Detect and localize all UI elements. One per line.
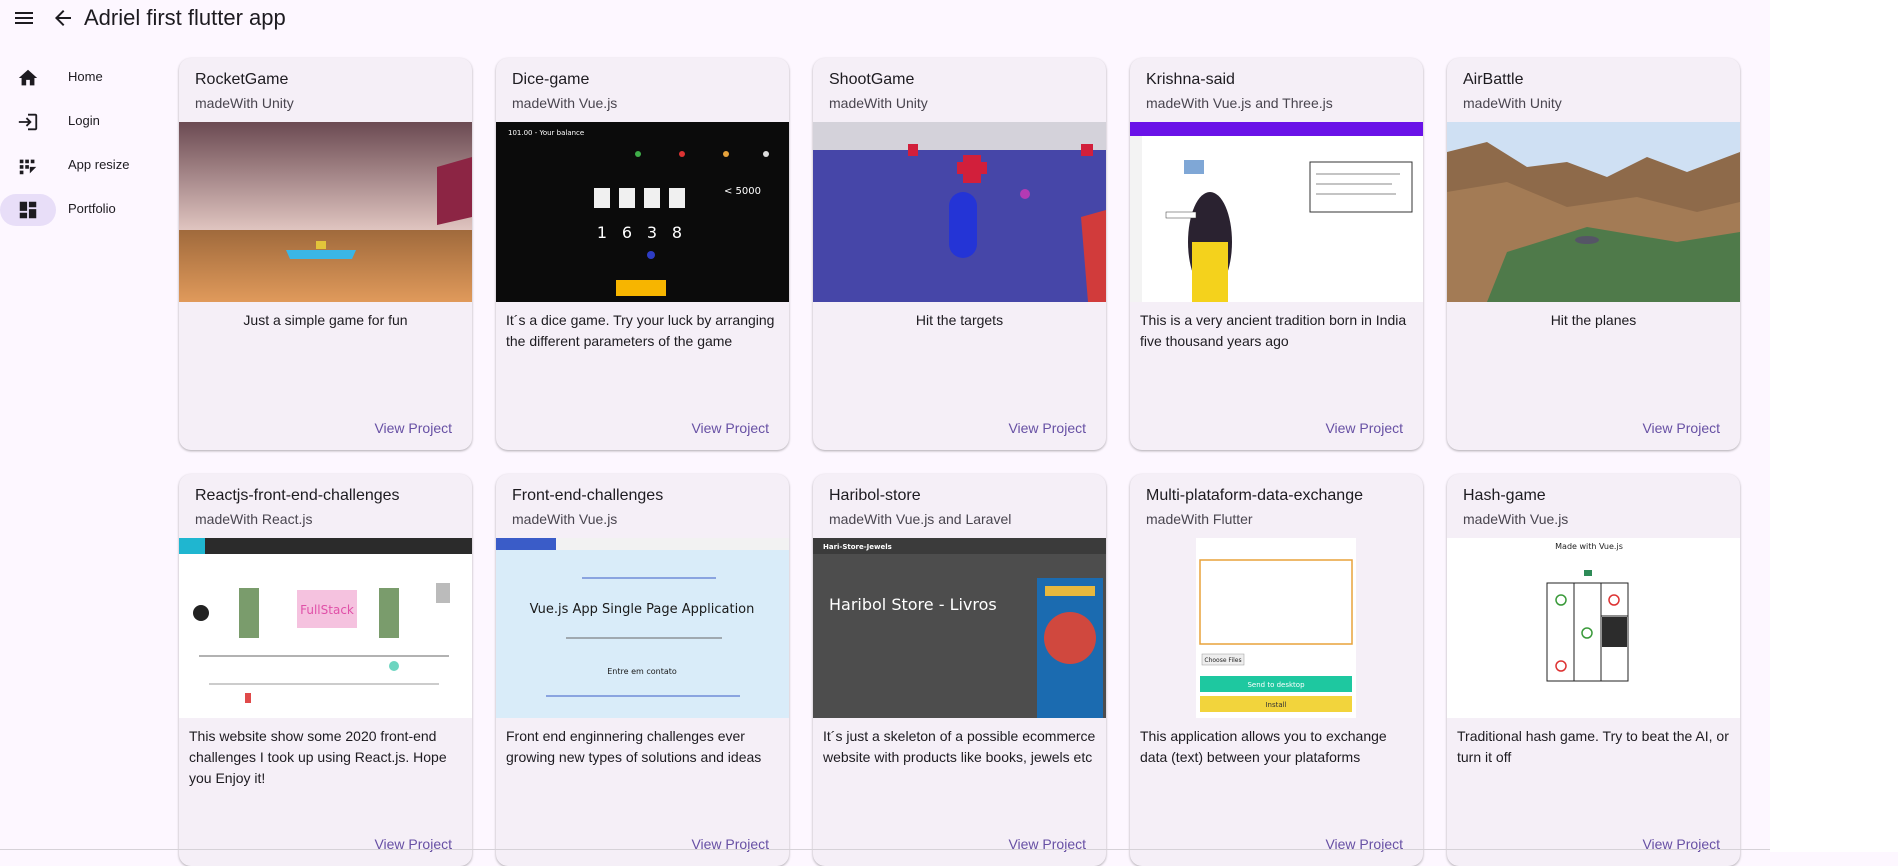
nav-item-label: Portfolio <box>68 201 116 216</box>
hash-heading: Made with Vue.js <box>1555 542 1623 551</box>
card-title: Haribol-store <box>829 487 921 504</box>
menu-icon[interactable] <box>12 4 36 32</box>
project-screenshot: FullStack <box>179 538 472 718</box>
app-window: Adriel first flutter app Home Login App … <box>0 0 1770 866</box>
card-title: RocketGame <box>195 71 289 88</box>
nav-item-home[interactable]: Home <box>0 56 160 100</box>
project-card: Krishna-said madeWith Vue.js and Three.j… <box>1130 58 1423 450</box>
project-card: ShootGame madeWith Unity Hit the targets… <box>813 58 1106 450</box>
card-description: It´s just a skeleton of a possible ecomm… <box>823 728 1096 765</box>
view-project-link[interactable]: View Project <box>691 420 769 436</box>
project-screenshot <box>813 122 1106 302</box>
card-title: Reactjs-front-end-challenges <box>195 487 400 504</box>
card-description: This application allows you to exchange … <box>1140 728 1387 765</box>
nav-item-app-resize[interactable]: App resize <box>0 144 160 188</box>
card-subtitle: madeWith Unity <box>829 95 928 111</box>
haribol-brand: Hari-Store-Jewels <box>823 543 892 551</box>
card-title: Hash-game <box>1463 487 1546 504</box>
view-project-link[interactable]: View Project <box>374 420 452 436</box>
card-subtitle: madeWith React.js <box>195 511 313 527</box>
card-title: Krishna-said <box>1146 71 1235 88</box>
nav-item-portfolio[interactable]: Portfolio <box>0 188 160 232</box>
project-screenshot: 101.00 - Your balance < 5000 1 6 3 8 <box>496 122 789 302</box>
login-icon <box>0 106 56 138</box>
card-title: Front-end-challenges <box>512 487 664 504</box>
dice-balance: 101.00 - Your balance <box>508 129 584 137</box>
nav-item-label: Home <box>68 69 103 84</box>
card-subtitle: madeWith Vue.js <box>1463 511 1569 527</box>
card-subtitle: madeWith Unity <box>1463 95 1562 111</box>
card-subtitle: madeWith Unity <box>195 95 294 111</box>
card-subtitle: madeWith Vue.js and Laravel <box>829 511 1012 527</box>
card-subtitle: madeWith Flutter <box>1146 511 1253 527</box>
project-screenshot <box>1130 122 1423 302</box>
window-bottom-edge <box>0 849 1770 850</box>
card-description: Just a simple game for fun <box>243 312 408 328</box>
dashboard-icon <box>0 194 56 226</box>
card-description: Hit the planes <box>1550 312 1637 328</box>
project-card: AirBattle madeWith Unity Hit the planes … <box>1447 58 1740 450</box>
react-banner: FullStack <box>300 603 354 617</box>
dice-value: 1 <box>597 223 607 242</box>
card-title: AirBattle <box>1463 71 1524 88</box>
card-description: Front end enginnering challenges ever gr… <box>506 728 762 765</box>
vue-app-heading: Vue.js App Single Page Application <box>530 602 755 617</box>
nav-item-login[interactable]: Login <box>0 100 160 144</box>
haribol-heading: Haribol Store - Livros <box>829 595 997 614</box>
view-project-link[interactable]: View Project <box>1325 420 1403 436</box>
project-screenshot: Vue.js App Single Page Application Entre… <box>496 538 789 718</box>
project-screenshot <box>1447 122 1740 302</box>
navigation-rail: Home Login App resize Portfolio <box>0 56 160 232</box>
mpde-send-button: Send to desktop <box>1247 681 1305 689</box>
view-project-link[interactable]: View Project <box>1642 420 1720 436</box>
card-subtitle: madeWith Vue.js <box>512 95 618 111</box>
outer-background <box>1770 0 1898 852</box>
view-project-link[interactable]: View Project <box>1008 420 1086 436</box>
project-card: Front-end-challenges madeWith Vue.js Vue… <box>496 474 789 866</box>
card-description: Hit the targets <box>915 312 1004 328</box>
project-card: Hash-game madeWith Vue.js Made with Vue.… <box>1447 474 1740 866</box>
card-subtitle: madeWith Vue.js and Three.js <box>1146 95 1333 111</box>
card-description: This is a very ancient tradition born in… <box>1140 312 1407 349</box>
project-card: Reactjs-front-end-challenges madeWith Re… <box>179 474 472 866</box>
app-bar: Adriel first flutter app <box>0 0 1770 36</box>
nav-item-label: Login <box>68 113 100 128</box>
mpde-file-button: Choose Files <box>1204 657 1241 664</box>
app-resize-icon <box>0 150 56 182</box>
nav-item-label: App resize <box>68 157 130 172</box>
dice-value: 6 <box>622 223 632 242</box>
home-icon <box>0 62 56 94</box>
project-screenshot: Hari-Store-Jewels Haribol Store - Livros <box>813 538 1106 718</box>
card-title: Multi-plataform-data-exchange <box>1146 487 1363 504</box>
vue-app-contact: Entre em contato <box>607 667 677 676</box>
project-card: Dice-game madeWith Vue.js 101.00 - Your … <box>496 58 789 450</box>
project-card: Haribol-store madeWith Vue.js and Larave… <box>813 474 1106 866</box>
dice-target: < 5000 <box>724 186 761 197</box>
card-description: Traditional hash game. Try to beat the A… <box>1457 728 1729 765</box>
mpde-install-button: Install <box>1265 701 1286 709</box>
project-card: RocketGame madeWith Unity Just a simple … <box>179 58 472 450</box>
project-screenshot: Made with Vue.js <box>1447 538 1740 718</box>
card-title: ShootGame <box>829 71 915 88</box>
project-screenshot: Choose Files Send to desktop Install <box>1130 538 1423 718</box>
project-card: Multi-plataform-data-exchange madeWith F… <box>1130 474 1423 866</box>
dice-value: 3 <box>647 223 657 242</box>
dice-value: 8 <box>672 223 682 242</box>
app-title: Adriel first flutter app <box>84 5 286 30</box>
card-subtitle: madeWith Vue.js <box>512 511 618 527</box>
card-description: This website show some 2020 front-end ch… <box>189 728 447 786</box>
back-arrow-icon[interactable] <box>51 4 75 32</box>
card-description: It´s a dice game. Try your luck by arran… <box>506 312 775 349</box>
card-title: Dice-game <box>512 71 590 88</box>
project-screenshot <box>179 122 472 302</box>
